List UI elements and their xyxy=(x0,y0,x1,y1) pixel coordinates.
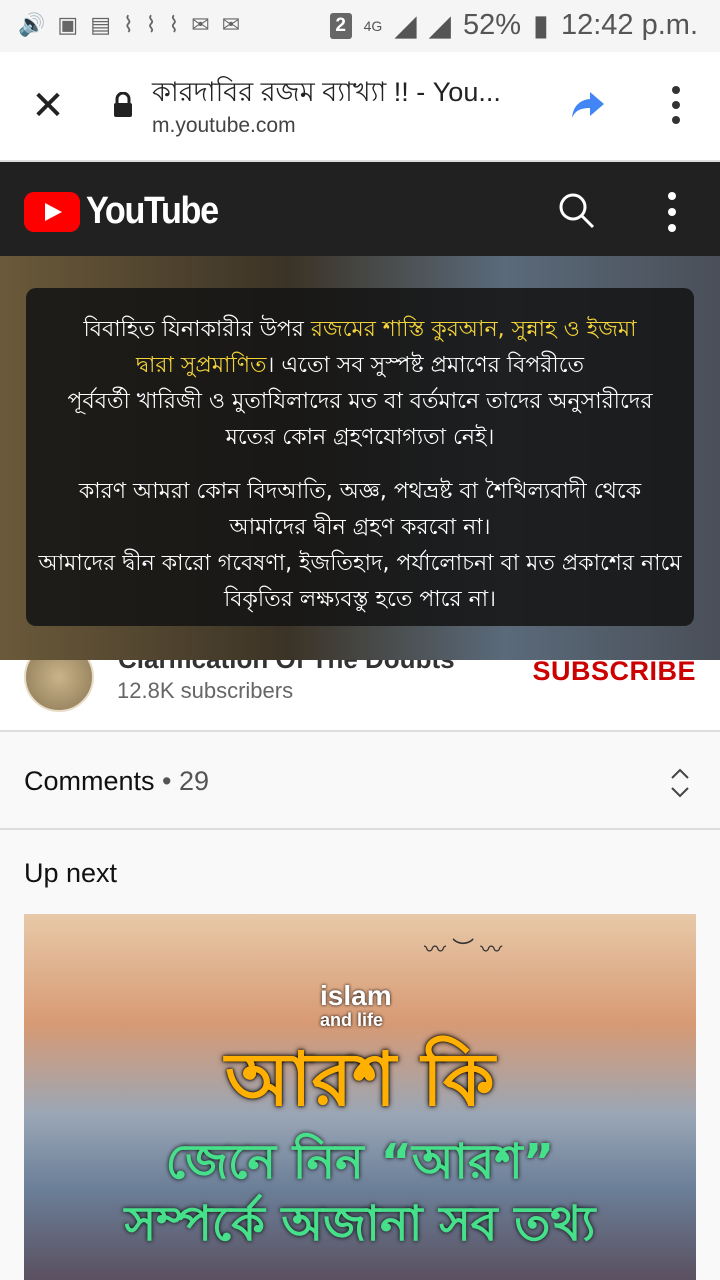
search-icon[interactable] xyxy=(556,190,596,230)
video-text-line: দ্বারা সুপ্রমাণিত। এতো সব সুস্পষ্ট প্রমা… xyxy=(135,353,585,378)
youtube-logo-text: YouTube xyxy=(86,190,219,232)
video-text-line: বিবাহিত যিনাকারীর উপর রজমের শাস্তি কুরআন… xyxy=(83,317,637,342)
lock-icon xyxy=(114,92,132,117)
video-text-line: পূর্ববর্তী খারিজী ও মুতাযিলাদের মত বা বর… xyxy=(67,389,653,414)
signal-icon: ◢ xyxy=(428,10,451,42)
signal-app-icon: ⌇ xyxy=(145,12,157,37)
sim-badge: 2 xyxy=(329,12,352,39)
video-text-line: কারণ আমরা কোন বিদআতি, অজ্ঞ, পথভ্রষ্ট বা … xyxy=(78,479,642,504)
youtube-header: YouTube xyxy=(0,162,720,256)
signal-icon: ◢ xyxy=(394,10,417,42)
youtube-menu-icon[interactable] xyxy=(668,192,676,240)
network-type: 4G xyxy=(363,17,383,34)
page-url[interactable]: m.youtube.com xyxy=(152,114,296,138)
mail-icon: ✉ xyxy=(191,12,210,37)
browser-url-bar: ✕ কারদাবির রজম ব্যাখ্যা !! - You... m.yo… xyxy=(0,52,720,162)
close-icon[interactable]: ✕ xyxy=(28,86,68,126)
notification-icons: 🔊 ▣ ▤ ⌇ ⌇ ⌇ ✉ ✉ xyxy=(18,12,240,38)
subscriber-count: 12.8K subscribers xyxy=(117,678,294,703)
thumbnail-subtitle: সম্পর্কে অজানা সব তথ্য xyxy=(124,1196,596,1252)
divider xyxy=(0,828,720,830)
comments-section[interactable]: Comments • 29 xyxy=(0,732,720,828)
video-text-line: মতের কোন গ্রহণযোগ্যতা নেই। xyxy=(225,425,495,450)
signal-app-icon: ⌇ xyxy=(168,12,180,37)
up-next-thumbnail[interactable]: 〰 ︶ 〰 islam and life আরশ কি জেনে নিন “আরশ… xyxy=(24,914,696,1280)
channel-name[interactable]: Clarification Of The Doubts xyxy=(118,660,455,675)
subscribe-button[interactable]: SUBSCRIBE xyxy=(532,660,696,687)
comments-header: Comments • 29 xyxy=(24,766,210,796)
volume-icon: 🔊 xyxy=(18,12,46,37)
video-text-line: আমাদের দ্বীন গ্রহণ করবো না। xyxy=(229,515,491,540)
channel-avatar[interactable] xyxy=(24,660,94,712)
comments-count: 29 xyxy=(179,766,210,796)
sd-card-icon: ▤ xyxy=(90,12,111,37)
share-icon[interactable] xyxy=(568,84,608,124)
youtube-logo[interactable]: YouTube xyxy=(24,190,232,233)
video-text-line: বিকৃতির লক্ষ্যবস্তু হতে পারে না। xyxy=(223,587,496,612)
status-right: 2 4G ◢ ◢ 52% ▮ 12:42 p.m. xyxy=(329,8,698,43)
video-player[interactable]: বিবাহিত যিনাকারীর উপর রজমের শাস্তি কুরআন… xyxy=(0,256,720,660)
birds-decoration: 〰 ︶ 〰 xyxy=(424,937,503,962)
up-next-heading: Up next xyxy=(24,858,118,888)
image-icon: ▣ xyxy=(57,12,79,37)
battery-percent: 52% xyxy=(462,9,521,41)
browser-menu-icon[interactable] xyxy=(672,86,682,126)
mail-icon: ✉ xyxy=(221,12,241,37)
expand-icon[interactable] xyxy=(670,768,690,798)
play-icon xyxy=(24,191,80,232)
page-title[interactable]: কারদাবির রজম ব্যাখ্যা !! - You... xyxy=(152,72,501,117)
clock: 12:42 p.m. xyxy=(560,9,698,41)
battery-icon: ▮ xyxy=(533,10,549,42)
channel-row: Clarification Of The Doubts 12.8K subscr… xyxy=(0,660,720,730)
status-bar: 🔊 ▣ ▤ ⌇ ⌇ ⌇ ✉ ✉ 2 4G ◢ ◢ 52% ▮ 12:42 p.m… xyxy=(0,0,720,52)
video-text-line: আমাদের দ্বীন কারো গবেষণা, ইজতিহাদ, পর্যা… xyxy=(38,551,682,576)
signal-app-icon: ⌇ xyxy=(123,12,134,37)
